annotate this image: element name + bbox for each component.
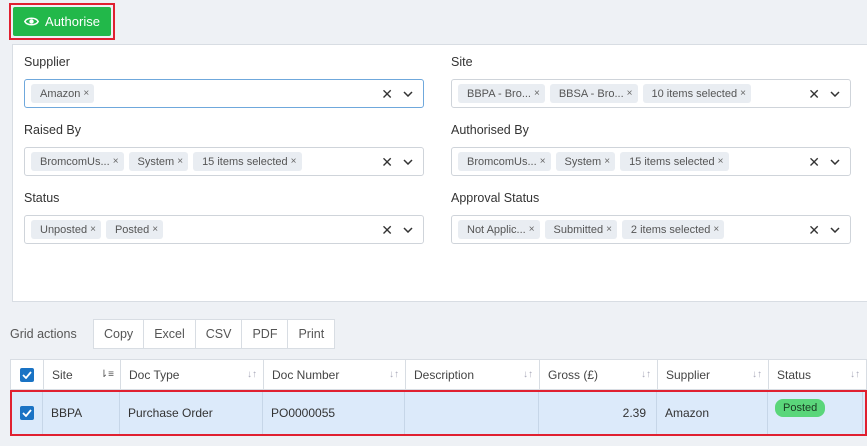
column-header-gross[interactable]: Gross (£) ↓↑ [540,360,658,389]
site-chip: BBPA - Bro... × [458,84,545,103]
column-header-doc-number[interactable]: Doc Number ↓↑ [264,360,406,389]
close-icon[interactable]: ✕ [381,223,393,237]
close-icon[interactable]: ✕ [808,87,820,101]
chip-remove-icon[interactable]: × [713,224,719,235]
table-row[interactable]: BBPA Purchase Order PO0000055 2.39 Amazo… [12,392,865,434]
site-chip: BBSA - Bro... × [549,84,638,103]
cell-description [405,392,539,434]
authorise-label: Authorise [45,14,100,29]
close-icon[interactable]: ✕ [808,155,820,169]
cell-doc-number: PO0000055 [263,392,405,434]
chevron-down-icon[interactable] [403,158,413,165]
approval-status-chip: Not Applic... × [458,220,540,239]
grid-header: Site ⇂≡ Doc Type ↓↑ Doc Number ↓↑ Descripti… [10,359,867,390]
chip-remove-icon[interactable]: × [540,156,546,167]
check-icon [22,370,32,379]
status-chip: Unposted × [31,220,101,239]
cell-doc-type: Purchase Order [120,392,263,434]
print-button[interactable]: Print [288,320,334,348]
raised-by-select[interactable]: BromcomUs... × System × 15 items selected ×… [24,147,424,176]
cell-status: Posted [768,392,863,434]
chip-remove-icon[interactable]: × [740,88,746,99]
close-icon[interactable]: ✕ [381,155,393,169]
sort-icon[interactable]: ↓↑ [247,369,257,380]
site-chip: 10 items selected × [642,84,751,103]
chip-remove-icon[interactable]: × [83,88,89,99]
column-header-site[interactable]: Site ⇂≡ [44,360,121,389]
selected-row-highlight: BBPA Purchase Order PO0000055 2.39 Amazo… [10,390,867,436]
authorised-by-chip: BromcomUs... × [458,152,551,171]
chevron-down-icon[interactable] [403,226,413,233]
cell-gross: 2.39 [539,392,657,434]
grid-actions-toolbar: Copy Excel CSV PDF Print [93,319,336,349]
column-header-supplier[interactable]: Supplier ↓↑ [658,360,769,389]
chip-remove-icon[interactable]: × [177,156,183,167]
sort-icon[interactable]: ↓↑ [523,369,533,380]
chip-remove-icon[interactable]: × [718,156,724,167]
chip-remove-icon[interactable]: × [604,156,610,167]
cell-supplier: Amazon [657,392,768,434]
eye-icon [24,17,40,26]
column-header-doc-type[interactable]: Doc Type ↓↑ [121,360,264,389]
chip-remove-icon[interactable]: × [627,88,633,99]
column-header-status[interactable]: Status ↓↑ [769,360,866,389]
approval-status-label: Approval Status [451,191,540,205]
supplier-chip: Amazon × [31,84,95,103]
site-select[interactable]: BBPA - Bro... × BBSA - Bro... × 10 items s… [451,79,851,108]
select-all-cell [11,360,44,389]
chevron-down-icon[interactable] [830,226,840,233]
status-badge: Posted [775,399,826,417]
authorised-by-chip: System × [555,152,616,171]
sort-icon[interactable]: ↓↑ [641,369,651,380]
chevron-down-icon[interactable] [830,90,840,97]
raised-by-chip: 15 items selected × [193,152,302,171]
row-checkbox[interactable] [20,406,34,420]
chip-remove-icon[interactable]: × [113,156,119,167]
sort-icon[interactable]: ↓↑ [389,369,399,380]
status-select[interactable]: Unposted × Posted × ✕ [24,215,424,244]
status-chip: Posted × [105,220,164,239]
chip-remove-icon[interactable]: × [152,224,158,235]
chevron-down-icon[interactable] [403,90,413,97]
authorise-button[interactable]: Authorise [13,7,111,36]
filter-panel: Supplier Amazon × ✕ Site BBPA - Bro... × B… [12,44,867,302]
status-label: Status [24,191,60,205]
cell-site: BBPA [43,392,120,434]
chip-remove-icon[interactable]: × [606,224,612,235]
column-header-description[interactable]: Description ↓↑ [406,360,540,389]
chip-remove-icon[interactable]: × [291,156,297,167]
approval-status-chip: 2 items selected × [621,220,725,239]
authorised-by-chip: 15 items selected × [620,152,729,171]
site-label: Site [451,55,473,69]
chevron-down-icon[interactable] [830,158,840,165]
excel-button[interactable]: Excel [144,320,196,348]
chip-remove-icon[interactable]: × [534,88,540,99]
sort-icon[interactable]: ↓↑ [850,369,860,380]
data-grid: Site ⇂≡ Doc Type ↓↑ Doc Number ↓↑ Descripti… [10,359,867,436]
close-icon[interactable]: ✕ [808,223,820,237]
select-all-checkbox[interactable] [20,367,34,382]
authorised-by-label: Authorised By [451,123,529,137]
raised-by-chip: BromcomUs... × [31,152,124,171]
raised-by-chip: System × [128,152,189,171]
csv-button[interactable]: CSV [196,320,243,348]
approval-status-select[interactable]: Not Applic... × Submitted × 2 items select… [451,215,851,244]
chip-remove-icon[interactable]: × [90,224,96,235]
grid-actions-label: Grid actions [10,327,77,341]
authorise-highlight: Authorise [9,3,115,40]
approval-status-chip: Submitted × [544,220,617,239]
supplier-label: Supplier [24,55,70,69]
supplier-select[interactable]: Amazon × ✕ [24,79,424,108]
pdf-button[interactable]: PDF [242,320,289,348]
check-icon [22,409,32,417]
copy-button[interactable]: Copy [94,320,145,348]
row-select-cell [12,392,43,434]
close-icon[interactable]: ✕ [381,87,393,101]
chip-remove-icon[interactable]: × [529,224,535,235]
authorised-by-select[interactable]: BromcomUs... × System × 15 items selected ×… [451,147,851,176]
sort-icon[interactable]: ⇂≡ [100,369,114,380]
sort-icon[interactable]: ↓↑ [752,369,762,380]
raised-by-label: Raised By [24,123,81,137]
